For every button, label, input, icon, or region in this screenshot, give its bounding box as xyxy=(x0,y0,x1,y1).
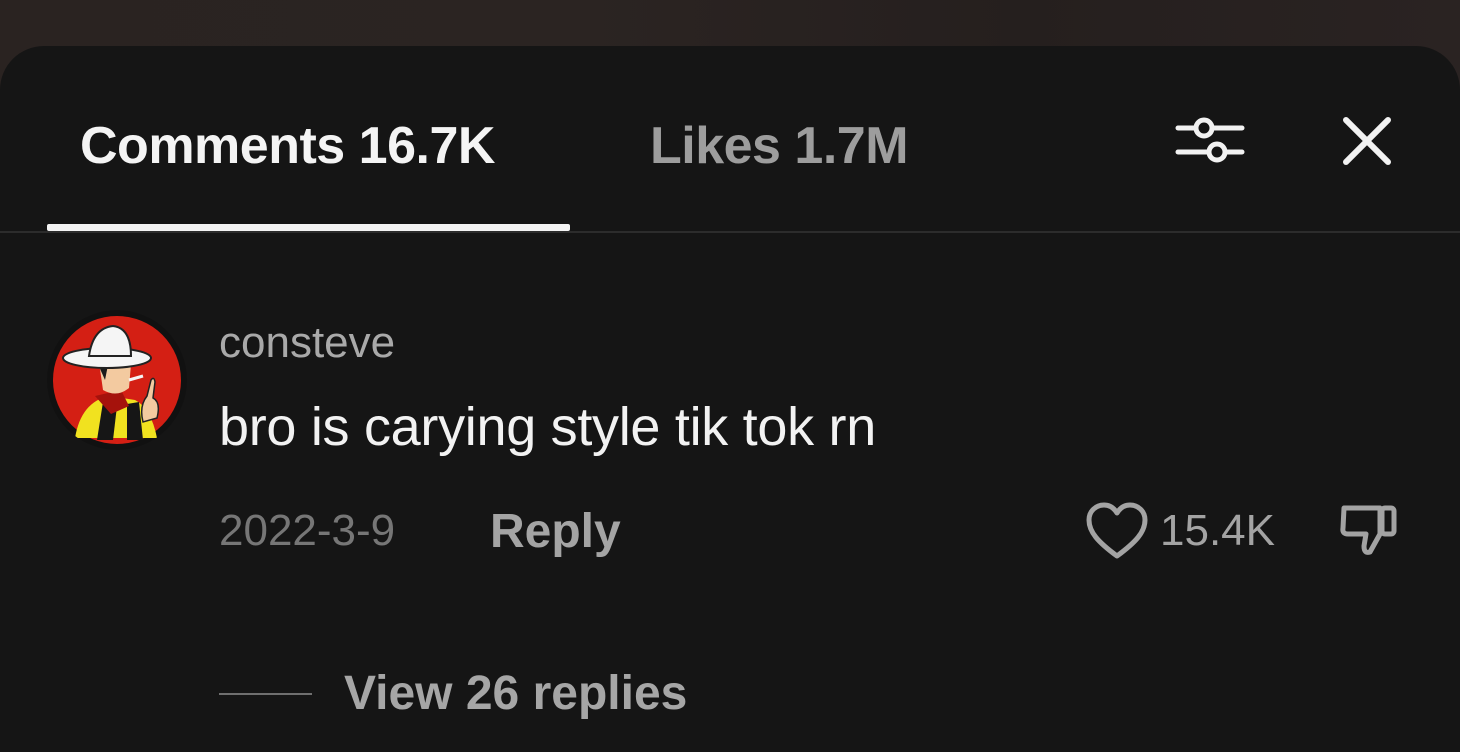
close-button[interactable] xyxy=(1336,110,1398,172)
reply-button[interactable]: Reply xyxy=(490,504,621,559)
thumbs-down-icon xyxy=(1340,505,1397,555)
view-replies-button[interactable]: View 26 replies xyxy=(344,666,687,721)
like-count: 15.4K xyxy=(1160,506,1275,555)
tabs-divider xyxy=(0,231,1460,233)
comments-sheet: Comments 16.7K Likes 1.7M consteve bro i… xyxy=(0,46,1460,752)
cowboy-avatar xyxy=(47,310,187,450)
tab-bar: Comments 16.7K Likes 1.7M xyxy=(0,46,1460,234)
sliders-icon xyxy=(1175,117,1245,163)
tab-likes[interactable]: Likes 1.7M xyxy=(650,116,909,176)
tab-comments[interactable]: Comments 16.7K xyxy=(80,116,495,176)
like-button[interactable] xyxy=(1084,500,1150,562)
replies-divider xyxy=(219,693,312,695)
comment-date: 2022-3-9 xyxy=(219,506,396,555)
heart-outline-icon xyxy=(1086,502,1148,559)
filter-button[interactable] xyxy=(1174,112,1246,168)
avatar[interactable] xyxy=(47,310,187,450)
comment-text: bro is carying style tik tok rn xyxy=(219,397,876,457)
active-tab-indicator xyxy=(47,224,570,231)
dislike-button[interactable] xyxy=(1336,496,1400,560)
close-icon xyxy=(1343,117,1391,165)
comment-username[interactable]: consteve xyxy=(219,318,395,368)
comment-item: consteve bro is carying style tik tok rn… xyxy=(0,296,1460,720)
